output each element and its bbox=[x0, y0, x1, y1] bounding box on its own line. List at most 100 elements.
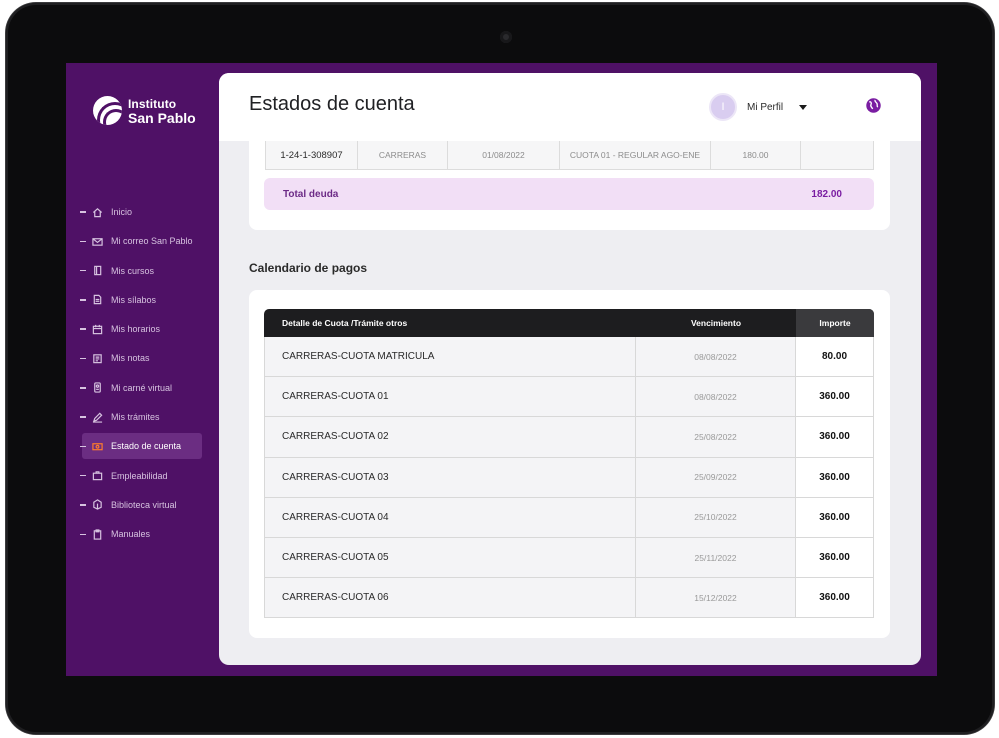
camera-dot bbox=[500, 31, 512, 43]
sidebar-item-label: Mis sílabos bbox=[111, 294, 157, 305]
nav-dash bbox=[80, 211, 86, 213]
nav-dash bbox=[80, 269, 86, 272]
sidebar-item-estado-de-cuenta[interactable]: Estado de cuenta bbox=[80, 433, 210, 460]
money-icon bbox=[91, 440, 103, 452]
total-debt-label: Total deuda bbox=[283, 188, 339, 200]
page-title: Estados de cuenta bbox=[249, 93, 415, 115]
row-due: 25/11/2022 bbox=[636, 537, 796, 578]
payment-table: Detalle de Cuota /Trámite otros Vencimie… bbox=[264, 309, 874, 619]
profile-label: Mi Perfil bbox=[747, 101, 784, 113]
sidebar-item-silabos[interactable]: Mis sílabos bbox=[80, 287, 210, 313]
library-icon bbox=[91, 499, 103, 511]
globe-icon[interactable] bbox=[865, 97, 882, 114]
table-row: CARRERAS-CUOTA 01 08/08/2022 360.00 bbox=[264, 377, 874, 418]
table-row: CARRERAS-CUOTA 02 25/08/2022 360.00 bbox=[264, 417, 874, 458]
logo-line-2: San Pablo bbox=[128, 109, 196, 126]
row-amount: 360.00 bbox=[796, 537, 873, 578]
main-panel: 1-24-1-308907 CARRERAS 01/08/2022 CUOTA … bbox=[219, 73, 921, 665]
row-detail: CARRERAS-CUOTA MATRICULA bbox=[265, 337, 636, 377]
row-detail: CARRERAS-CUOTA 05 bbox=[265, 537, 636, 578]
pencil-icon bbox=[91, 411, 103, 423]
row-due: 25/09/2022 bbox=[636, 457, 796, 497]
debt-table-row: 1-24-1-308907 CARRERAS 01/08/2022 CUOTA … bbox=[265, 141, 874, 170]
table-row: CARRERAS-CUOTA 03 25/09/2022 360.00 bbox=[264, 457, 874, 498]
table-row: CARRERAS-CUOTA MATRICULA 08/08/2022 80.0… bbox=[264, 337, 874, 378]
sidebar-item-label: Mis notas bbox=[111, 353, 150, 364]
sidebar-item-notas[interactable]: Mis notas bbox=[80, 345, 210, 371]
sidebar-item-biblioteca[interactable]: Biblioteca virtual bbox=[80, 492, 210, 518]
home-icon bbox=[91, 206, 103, 218]
clipboard-icon bbox=[91, 528, 103, 540]
row-detail: CARRERAS-CUOTA 04 bbox=[265, 497, 636, 537]
nav-dash bbox=[80, 299, 86, 301]
row-amount: 360.00 bbox=[796, 377, 873, 417]
mail-icon bbox=[91, 235, 103, 247]
row-amount: 360.00 bbox=[796, 578, 873, 618]
sidebar-item-correo[interactable]: Mi correo San Pablo bbox=[80, 228, 210, 254]
sidebar-item-label: Empleabilidad bbox=[111, 470, 168, 481]
calendar-icon bbox=[91, 323, 103, 335]
debt-cell-date: 01/08/2022 bbox=[448, 141, 560, 169]
nav-dash bbox=[80, 445, 86, 448]
app-screen: Instituto San Pablo Inicio Mi correo San… bbox=[66, 63, 937, 676]
table-header: Detalle de Cuota /Trámite otros Vencimie… bbox=[264, 309, 874, 337]
sidebar-item-tramites[interactable]: Mis trámites bbox=[80, 404, 210, 430]
sidebar-item-label: Mi correo San Pablo bbox=[111, 236, 193, 247]
table-row: CARRERAS-CUOTA 04 25/10/2022 360.00 bbox=[264, 497, 874, 538]
debt-cell-extra bbox=[801, 141, 873, 169]
header-detail: Detalle de Cuota /Trámite otros bbox=[282, 318, 408, 328]
debt-cell-program: CARRERAS bbox=[358, 141, 448, 169]
id-card-icon bbox=[91, 382, 103, 394]
sidebar-item-label: Mis trámites bbox=[111, 412, 160, 423]
debt-cell-amount: 180.00 bbox=[711, 141, 801, 169]
nav-dash bbox=[80, 357, 86, 360]
calendar-section-title: Calendario de pagos bbox=[249, 261, 368, 275]
top-header: Estados de cuenta I Mi Perfil bbox=[219, 73, 921, 141]
nav-dash bbox=[80, 533, 86, 536]
row-amount: 360.00 bbox=[796, 417, 873, 457]
row-detail: CARRERAS-CUOTA 06 bbox=[265, 578, 636, 618]
sidebar-item-label: Inicio bbox=[111, 207, 133, 217]
total-debt-value: 182.00 bbox=[811, 188, 842, 200]
table-row: CARRERAS-CUOTA 06 15/12/2022 360.00 bbox=[264, 578, 874, 619]
row-due: 15/12/2022 bbox=[636, 578, 796, 618]
document-icon bbox=[91, 294, 103, 306]
row-amount: 80.00 bbox=[796, 337, 873, 377]
chevron-down-icon[interactable] bbox=[799, 104, 808, 110]
row-due: 25/08/2022 bbox=[636, 417, 796, 457]
debt-cell-code: 1-24-1-308907 bbox=[266, 141, 358, 169]
book-icon bbox=[91, 265, 103, 277]
sidebar-item-carne[interactable]: Mi carné virtual bbox=[80, 375, 210, 401]
profile-menu[interactable]: I Mi Perfil bbox=[709, 93, 808, 121]
row-due: 25/10/2022 bbox=[636, 497, 796, 537]
total-debt-bar: Total deuda 182.00 bbox=[264, 178, 874, 210]
row-detail: CARRERAS-CUOTA 03 bbox=[265, 457, 636, 497]
row-due: 08/08/2022 bbox=[636, 377, 796, 417]
briefcase-icon bbox=[91, 470, 103, 482]
sidebar-item-manuales[interactable]: Manuales bbox=[80, 521, 210, 547]
logo-mark-icon bbox=[93, 96, 122, 125]
nav-dash bbox=[80, 387, 86, 389]
payment-calendar-card: Detalle de Cuota /Trámite otros Vencimie… bbox=[249, 290, 890, 638]
sidebar-item-label: Estado de cuenta bbox=[111, 441, 182, 452]
sidebar-item-empleabilidad[interactable]: Empleabilidad bbox=[80, 463, 210, 489]
grades-icon bbox=[91, 352, 103, 364]
nav-dash bbox=[80, 328, 86, 330]
row-amount: 360.00 bbox=[796, 497, 873, 537]
institute-logo[interactable]: Instituto San Pablo bbox=[93, 96, 196, 125]
sidebar-item-cursos[interactable]: Mis cursos bbox=[80, 258, 210, 284]
sidebar-item-label: Mis cursos bbox=[111, 265, 155, 276]
logo-line-1: Instituto bbox=[128, 96, 177, 111]
debt-cell-concept: CUOTA 01 - REGULAR AGO-ENE bbox=[560, 141, 711, 169]
nav-dash bbox=[80, 504, 86, 506]
sidebar-item-label: Biblioteca virtual bbox=[111, 499, 177, 510]
nav-dash bbox=[80, 474, 86, 477]
table-row: CARRERAS-CUOTA 05 25/11/2022 360.00 bbox=[264, 537, 874, 579]
row-amount: 360.00 bbox=[796, 457, 873, 497]
sidebar-item-label: Mis horarios bbox=[111, 324, 161, 335]
sidebar-item-label: Mi carné virtual bbox=[111, 382, 173, 393]
sidebar-item-inicio[interactable]: Inicio bbox=[80, 199, 210, 225]
sidebar-item-horarios[interactable]: Mis horarios bbox=[80, 316, 210, 342]
nav-dash bbox=[80, 416, 86, 418]
sidebar-item-label: Manuales bbox=[111, 529, 151, 540]
